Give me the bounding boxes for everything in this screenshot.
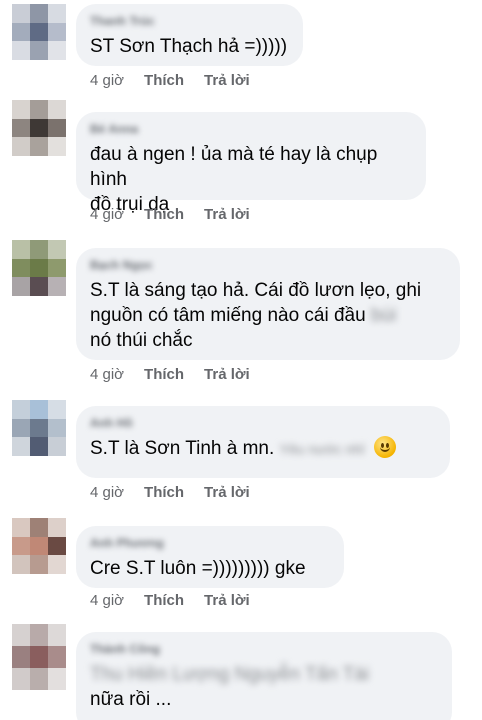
comment-bubble: Anh Hồ S.T là Sơn Tinh à mn. Yêu nước nh… — [76, 406, 450, 478]
comment-author[interactable]: Bạch Ngọc — [90, 258, 444, 272]
comment-bubble: Thành Công Thu Hiền Lượng Nguyễn Tấn Tài… — [76, 632, 452, 720]
reply-button[interactable]: Trả lời — [204, 592, 250, 609]
comment-time[interactable]: 4 giờ — [90, 72, 124, 89]
comment-bubble: Anh Phương Cre S.T luôn =))))))))) gke — [76, 526, 344, 588]
reply-button[interactable]: Trả lời — [204, 484, 250, 501]
slightly-smiling-face-icon — [373, 436, 396, 458]
comment-author[interactable]: Anh Hồ — [90, 416, 434, 430]
comment-time[interactable]: 4 giờ — [90, 366, 124, 383]
comment-text-fragment: S.T là Sơn Tinh à mn. — [90, 438, 275, 459]
avatar[interactable] — [12, 624, 66, 690]
comment-text-line: nữa rồi ... — [90, 689, 172, 710]
comment-author[interactable]: Anh Phương — [90, 536, 328, 550]
like-button[interactable]: Thích — [144, 484, 184, 501]
comment-actions: 4 giờ Thích Trả lời — [90, 592, 250, 609]
comment-actions: 4 giờ Thích Trả lời — [90, 484, 250, 501]
comment-text: Cre S.T luôn =))))))))) gke — [90, 558, 306, 579]
comment-bubble: Bạch Ngọc S.T là sáng tạo hả. Cái đồ lươ… — [76, 248, 460, 360]
avatar[interactable] — [12, 4, 66, 60]
reply-button[interactable]: Trả lời — [204, 206, 250, 223]
comment-text: S.T là sáng tạo hả. Cái đồ lươn lẹo, ghi… — [90, 278, 444, 353]
like-button[interactable]: Thích — [144, 592, 184, 609]
comment-text: Thu Hiền Lượng Nguyễn Tấn Tài nữa rồi ..… — [90, 662, 436, 712]
like-button[interactable]: Thích — [144, 72, 184, 89]
reply-button[interactable]: Trả lời — [204, 366, 250, 383]
comment-bubble: Bé Anna đau à ngen ! ủa mà té hay là chụ… — [76, 112, 426, 215]
comment-time[interactable]: 4 giờ — [90, 484, 124, 501]
avatar[interactable] — [12, 240, 66, 296]
comment-author[interactable]: Bé Anna — [90, 122, 410, 136]
comment-text-line: nó thúi chắc — [90, 330, 193, 351]
like-button[interactable]: Thích — [144, 206, 184, 223]
comment-time[interactable]: 4 giờ — [90, 592, 124, 609]
comment-actions: 4 giờ Thích Trả lời — [90, 72, 250, 89]
avatar[interactable] — [12, 100, 66, 156]
blurred-text: Yêu nước nhỉ — [279, 441, 365, 457]
comment-text-line: đau à ngen ! ủa mà té hay là chụp hình — [90, 144, 378, 190]
avatar[interactable] — [12, 400, 66, 456]
comment-bubble: Thanh Trúc ST Sơn Thạch hả =))))) — [76, 4, 304, 66]
reply-button[interactable]: Trả lời — [204, 72, 250, 89]
comment-actions: 4 giờ Thích Trả lời — [90, 366, 250, 383]
comment-author[interactable]: Thành Công — [90, 642, 436, 656]
comment-text-line: nguồn có tâm miếng nào cái đầu bùi — [90, 303, 444, 328]
avatar[interactable] — [12, 518, 66, 574]
comment-feed: Thanh Trúc ST Sơn Thạch hả =))))) 4 giờ … — [0, 0, 482, 720]
comment-text: ST Sơn Thạch hả =))))) — [90, 36, 288, 57]
comment-author[interactable]: Thanh Trúc — [90, 14, 287, 28]
comment-time[interactable]: 4 giờ — [90, 206, 124, 223]
blurred-text: Thu Hiền Lượng Nguyễn Tấn Tài — [90, 664, 370, 685]
comment-text-fragment: nguồn có tâm miếng nào cái đầu — [90, 305, 366, 326]
like-button[interactable]: Thích — [144, 366, 184, 383]
comment-actions: 4 giờ Thích Trả lời — [90, 206, 250, 223]
comment-text: S.T là Sơn Tinh à mn. Yêu nước nhỉ — [90, 436, 434, 462]
comment-text-line: S.T là sáng tạo hả. Cái đồ lươn lẹo, ghi — [90, 280, 422, 301]
blurred-text: bùi — [370, 305, 397, 326]
